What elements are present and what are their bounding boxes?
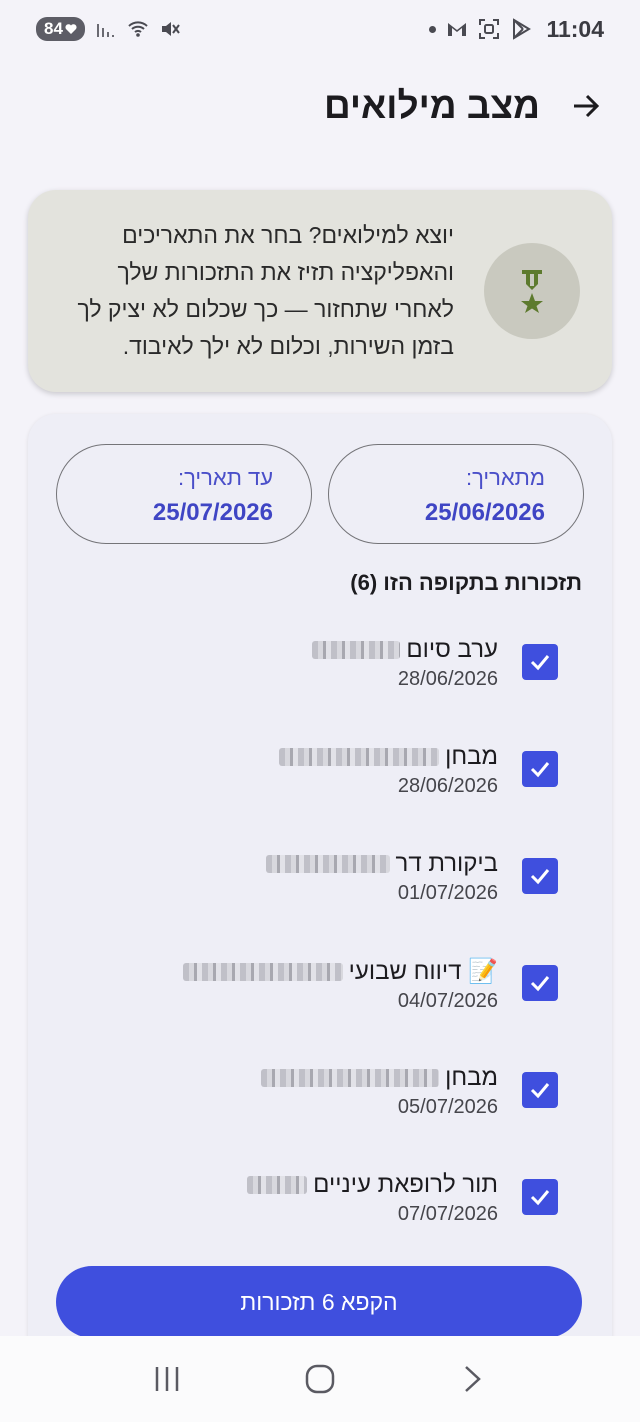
check-icon (530, 762, 550, 778)
status-right: 11:04 (429, 16, 604, 43)
reminder-checkbox[interactable] (522, 965, 558, 1001)
reminder-text: ערב סיום 28/06/2026 (312, 636, 498, 691)
reminder-title: 📝 דיווח שבועי (348, 958, 498, 985)
reminder-date: 28/06/2026 (397, 668, 498, 690)
back-nav-button[interactable] (443, 1354, 503, 1404)
status-left: 84 (36, 17, 181, 41)
reminder-title-row: תור לרופאת עיניים (247, 1171, 498, 1199)
date-range-row: מתאריך: 25/06/2026 עד תאריך: 25/07/2026 (56, 444, 584, 544)
reminder-checkbox[interactable] (522, 1072, 558, 1108)
freeze-reminders-button[interactable]: הקפא 6 תזכורות (56, 1266, 582, 1338)
recent-apps-icon (155, 1367, 178, 1391)
reminder-title: ערב סיום (406, 636, 498, 663)
from-date-picker[interactable]: מתאריך: 25/06/2026 (328, 444, 584, 544)
reminder-date: 07/07/2026 (397, 1203, 498, 1225)
reminder-title: מבחן (445, 743, 498, 770)
reminder-item[interactable]: תור לרופאת עיניים 07/07/2026 (28, 1171, 612, 1251)
gmail-icon (448, 23, 467, 36)
reminder-item[interactable]: מבחן 05/07/2026 (28, 1064, 612, 1144)
mute-icon (161, 22, 180, 36)
redacted-text (261, 1069, 440, 1087)
to-date-value: 25/07/2026 (152, 499, 273, 526)
reminder-checkbox[interactable] (522, 751, 558, 787)
reminder-item[interactable]: 📝 דיווח שבועי 04/07/2026 (28, 957, 612, 1037)
check-icon (530, 655, 550, 671)
heart-icon (65, 24, 77, 34)
medal-badge (484, 243, 580, 339)
check-icon (530, 869, 550, 885)
reminder-title: תור לרופאת עיניים (313, 1171, 498, 1198)
check-icon (530, 976, 550, 992)
reminder-text: תור לרופאת עיניים 07/07/2026 (247, 1171, 498, 1226)
app-bar: מצב מילואים (0, 70, 640, 142)
reminder-date: 01/07/2026 (397, 882, 498, 904)
reminder-title-row: מבחן (279, 743, 498, 771)
reminder-date: 28/06/2026 (397, 775, 498, 797)
back-button[interactable] (566, 86, 606, 126)
reminder-date: 04/07/2026 (397, 990, 498, 1012)
reminder-title-row: ביקורת דר (265, 850, 498, 878)
play-store-icon (513, 18, 532, 40)
medal-icon (521, 270, 543, 313)
system-nav-bar (0, 1336, 640, 1422)
info-text: יוצא למילואים? בחר את התאריכים והאפליקצי… (77, 222, 454, 359)
from-date-value: 25/06/2026 (424, 499, 545, 526)
redacted-text (279, 748, 440, 766)
main-card: מתאריך: 25/06/2026 עד תאריך: 25/07/2026 … (28, 414, 612, 1374)
chevron-right-icon (465, 1366, 482, 1392)
home-icon (305, 1364, 335, 1394)
reminder-title: מבחן (445, 1064, 498, 1091)
reminder-title-row: 📝 דיווח שבועי (182, 957, 498, 986)
signal-icon (96, 24, 114, 37)
scan-icon (479, 19, 500, 39)
reminder-item[interactable]: מבחן 28/06/2026 (28, 743, 612, 823)
reminder-text: מבחן 28/06/2026 (279, 743, 498, 798)
reminder-title-row: מבחן (261, 1064, 498, 1092)
status-bar: 84 11:04 (0, 0, 640, 58)
battery-level: 84 (44, 19, 63, 38)
reminder-text: 📝 דיווח שבועי 04/07/2026 (182, 957, 498, 1013)
recent-apps-button[interactable] (137, 1354, 197, 1404)
reminder-date: 05/07/2026 (397, 1096, 498, 1118)
to-date-label: עד תאריך: (177, 465, 273, 490)
clock: 11:04 (546, 15, 604, 42)
reminder-checkbox[interactable] (522, 858, 558, 894)
reminder-checkbox[interactable] (522, 644, 558, 680)
reminder-item[interactable]: ערב סיום 28/06/2026 (28, 636, 612, 716)
reminder-text: מבחן 05/07/2026 (261, 1064, 498, 1119)
reminders-section-title: תזכורות בתקופה הזו (6) (350, 570, 582, 595)
wifi-icon (128, 21, 148, 37)
notification-dot-icon (429, 25, 437, 33)
reminder-item[interactable]: ביקורת דר 01/07/2026 (28, 850, 612, 930)
check-icon (530, 1190, 550, 1206)
arrow-right-icon (574, 94, 600, 118)
battery-indicator: 84 (36, 17, 85, 41)
reminder-title-row: ערב סיום (312, 636, 498, 664)
to-date-picker[interactable]: עד תאריך: 25/07/2026 (56, 444, 312, 544)
redacted-text (247, 1176, 308, 1194)
reminder-text: ביקורת דר 01/07/2026 (265, 850, 498, 905)
redacted-text (182, 962, 343, 981)
info-card: יוצא למילואים? בחר את התאריכים והאפליקצי… (28, 190, 612, 392)
redacted-text (265, 855, 390, 873)
reminder-title: ביקורת דר (395, 850, 498, 877)
check-icon (530, 1083, 550, 1099)
redacted-text (312, 641, 401, 659)
reminder-checkbox[interactable] (522, 1179, 558, 1215)
home-button[interactable] (290, 1354, 350, 1404)
from-date-label: מתאריך: (465, 465, 545, 490)
page-title: מצב מילואים (323, 85, 540, 126)
